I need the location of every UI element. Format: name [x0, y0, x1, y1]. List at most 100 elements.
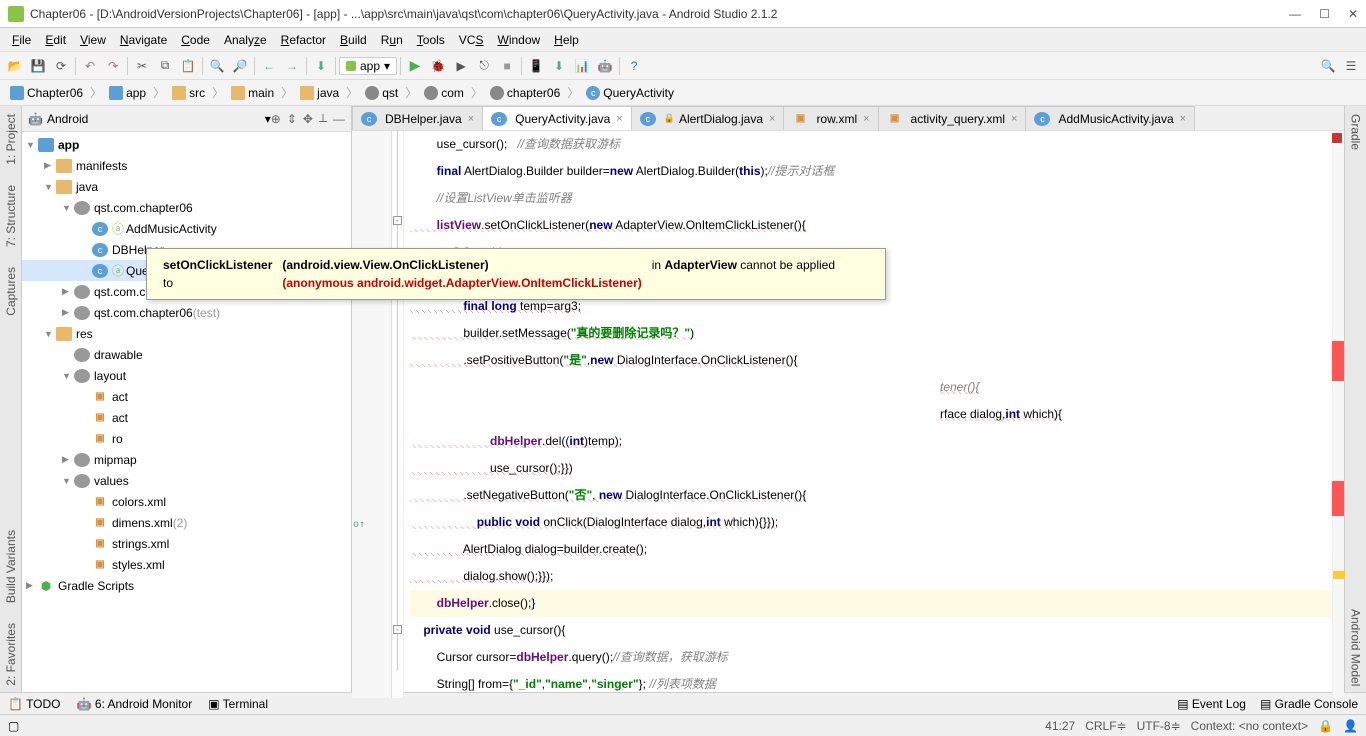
- tree-styles[interactable]: styles.xml: [112, 558, 165, 572]
- close-icon[interactable]: ×: [769, 113, 775, 125]
- bc-chapter06[interactable]: Chapter06: [6, 85, 87, 101]
- bc-qst[interactable]: qst: [361, 85, 402, 101]
- save-icon[interactable]: 💾: [27, 55, 49, 77]
- attach-icon[interactable]: ⎋: [473, 55, 495, 77]
- tab-build-variants[interactable]: Build Variants: [2, 524, 20, 609]
- todo-tab[interactable]: 📋 TODO: [8, 697, 61, 711]
- status-context[interactable]: Context: <no context>: [1191, 719, 1308, 733]
- tree-drawable[interactable]: drawable: [94, 348, 143, 362]
- bc-queryactivity[interactable]: cQueryActivity: [582, 85, 678, 101]
- tree-app[interactable]: app: [58, 138, 79, 152]
- tab-queryactivity[interactable]: cQueryActivity.java×: [482, 106, 632, 130]
- tree-addmusic[interactable]: AddMusicActivity: [126, 222, 217, 236]
- menu-window[interactable]: Window: [491, 31, 546, 49]
- status-line-sep[interactable]: CRLF≑: [1085, 719, 1126, 733]
- tree-pkg1[interactable]: qst.com.chapter06: [94, 201, 193, 215]
- menu-edit[interactable]: Edit: [39, 31, 72, 49]
- search-everywhere-icon[interactable]: 🔍: [1317, 55, 1339, 77]
- bc-src[interactable]: src: [168, 85, 209, 101]
- menu-analyze[interactable]: Analyze: [218, 31, 273, 49]
- maximize-button[interactable]: ☐: [1319, 7, 1330, 21]
- tab-android-model[interactable]: Android Model: [1347, 603, 1365, 692]
- close-icon[interactable]: ×: [863, 113, 869, 125]
- tree-act2[interactable]: act: [112, 411, 128, 425]
- close-icon[interactable]: ×: [616, 113, 622, 125]
- open-icon[interactable]: 📂: [4, 55, 26, 77]
- back-icon[interactable]: ←: [258, 55, 280, 77]
- debug-icon[interactable]: 🐞: [427, 55, 449, 77]
- tree-res[interactable]: res: [76, 327, 93, 341]
- tree-gradle[interactable]: Gradle Scripts: [58, 579, 134, 593]
- status-windows-icon[interactable]: ▢: [8, 719, 19, 733]
- monitor-icon[interactable]: 📊: [571, 55, 593, 77]
- tree-row[interactable]: ro: [112, 432, 123, 446]
- sdk-icon[interactable]: ⬇: [548, 55, 570, 77]
- collapse-icon[interactable]: ⇕: [287, 112, 297, 126]
- tree-java[interactable]: java: [76, 180, 98, 194]
- copy-icon[interactable]: ⧉: [154, 55, 176, 77]
- status-encoding[interactable]: UTF-8≑: [1137, 719, 1181, 733]
- tab-row-xml[interactable]: ▣row.xml×: [783, 106, 878, 130]
- tree-mipmap[interactable]: mipmap: [94, 453, 137, 467]
- close-button[interactable]: ✕: [1348, 7, 1358, 21]
- tab-addmusic[interactable]: cAddMusicActivity.java×: [1025, 106, 1195, 130]
- forward-icon[interactable]: →: [281, 55, 303, 77]
- tree-act1[interactable]: act: [112, 390, 128, 404]
- tab-gradle[interactable]: Gradle: [1347, 108, 1365, 156]
- target-icon[interactable]: ⊕: [271, 112, 281, 126]
- project-tree[interactable]: ▼app ▶manifests ▼java ▼qst.com.chapter06…: [22, 132, 351, 692]
- event-log-tab[interactable]: ▤ Event Log: [1177, 697, 1246, 711]
- run-icon[interactable]: ▶: [404, 55, 426, 77]
- error-indicator-icon[interactable]: [1332, 133, 1342, 143]
- menu-file[interactable]: File: [6, 31, 37, 49]
- tab-favorites[interactable]: 2: Favorites: [2, 617, 20, 692]
- replace-icon[interactable]: 🔎: [229, 55, 251, 77]
- bc-chapter06-pkg[interactable]: chapter06: [486, 85, 564, 101]
- tab-project[interactable]: 1: Project: [2, 108, 20, 171]
- help-icon[interactable]: ?: [623, 55, 645, 77]
- android-monitor-tab[interactable]: 🤖 6: Android Monitor: [77, 697, 193, 711]
- bc-app[interactable]: app: [105, 85, 150, 101]
- menu-navigate[interactable]: Navigate: [114, 31, 173, 49]
- tab-activity-query-xml[interactable]: ▣activity_query.xml×: [878, 106, 1027, 130]
- tab-captures[interactable]: Captures: [2, 261, 20, 322]
- status-lock-icon[interactable]: 🔒: [1318, 719, 1333, 733]
- tree-dimens[interactable]: dimens.xml: [112, 516, 173, 530]
- close-panel-icon[interactable]: —: [333, 112, 345, 126]
- error-stripe[interactable]: [1332, 131, 1344, 698]
- bc-java[interactable]: java: [296, 85, 343, 101]
- hide-icon[interactable]: ⟂: [319, 111, 327, 126]
- avd-icon[interactable]: 📱: [525, 55, 547, 77]
- cut-icon[interactable]: ✂: [131, 55, 153, 77]
- undo-icon[interactable]: ↶: [79, 55, 101, 77]
- code-editor[interactable]: o↑ o↑ - - - 💡 use_cursor(); //查询数据获取游标 f…: [352, 131, 1344, 698]
- make-icon[interactable]: ⬇: [310, 55, 332, 77]
- menu-code[interactable]: Code: [175, 31, 216, 49]
- terminal-tab[interactable]: ▣ Terminal: [208, 697, 268, 711]
- menu-help[interactable]: Help: [548, 31, 585, 49]
- menu-run[interactable]: Run: [375, 31, 409, 49]
- tab-alertdialog[interactable]: c🔒AlertDialog.java×: [631, 106, 785, 130]
- tree-colors[interactable]: colors.xml: [112, 495, 166, 509]
- settings-icon[interactable]: ☰: [1340, 55, 1362, 77]
- warning-mark[interactable]: [1333, 571, 1345, 579]
- error-mark[interactable]: [1332, 341, 1344, 381]
- sync-icon[interactable]: ⟳: [50, 55, 72, 77]
- menu-view[interactable]: View: [74, 31, 112, 49]
- status-hector-icon[interactable]: 👤: [1343, 719, 1358, 733]
- tree-layout[interactable]: layout: [94, 369, 126, 383]
- tree-values[interactable]: values: [94, 474, 129, 488]
- find-icon[interactable]: 🔍: [206, 55, 228, 77]
- bc-com[interactable]: com: [420, 85, 468, 101]
- menu-refactor[interactable]: Refactor: [275, 31, 332, 49]
- tree-manifests[interactable]: manifests: [76, 159, 127, 173]
- paste-icon[interactable]: 📋: [177, 55, 199, 77]
- run-coverage-icon[interactable]: ▶: [450, 55, 472, 77]
- menu-build[interactable]: Build: [334, 31, 373, 49]
- gear-icon[interactable]: ✥: [303, 112, 313, 126]
- tab-dbhelper[interactable]: cDBHelper.java×: [352, 106, 483, 130]
- menu-vcs[interactable]: VCS: [453, 31, 490, 49]
- bc-main[interactable]: main: [227, 85, 278, 101]
- close-icon[interactable]: ×: [468, 113, 474, 125]
- fold-gutter[interactable]: - - -: [392, 131, 404, 698]
